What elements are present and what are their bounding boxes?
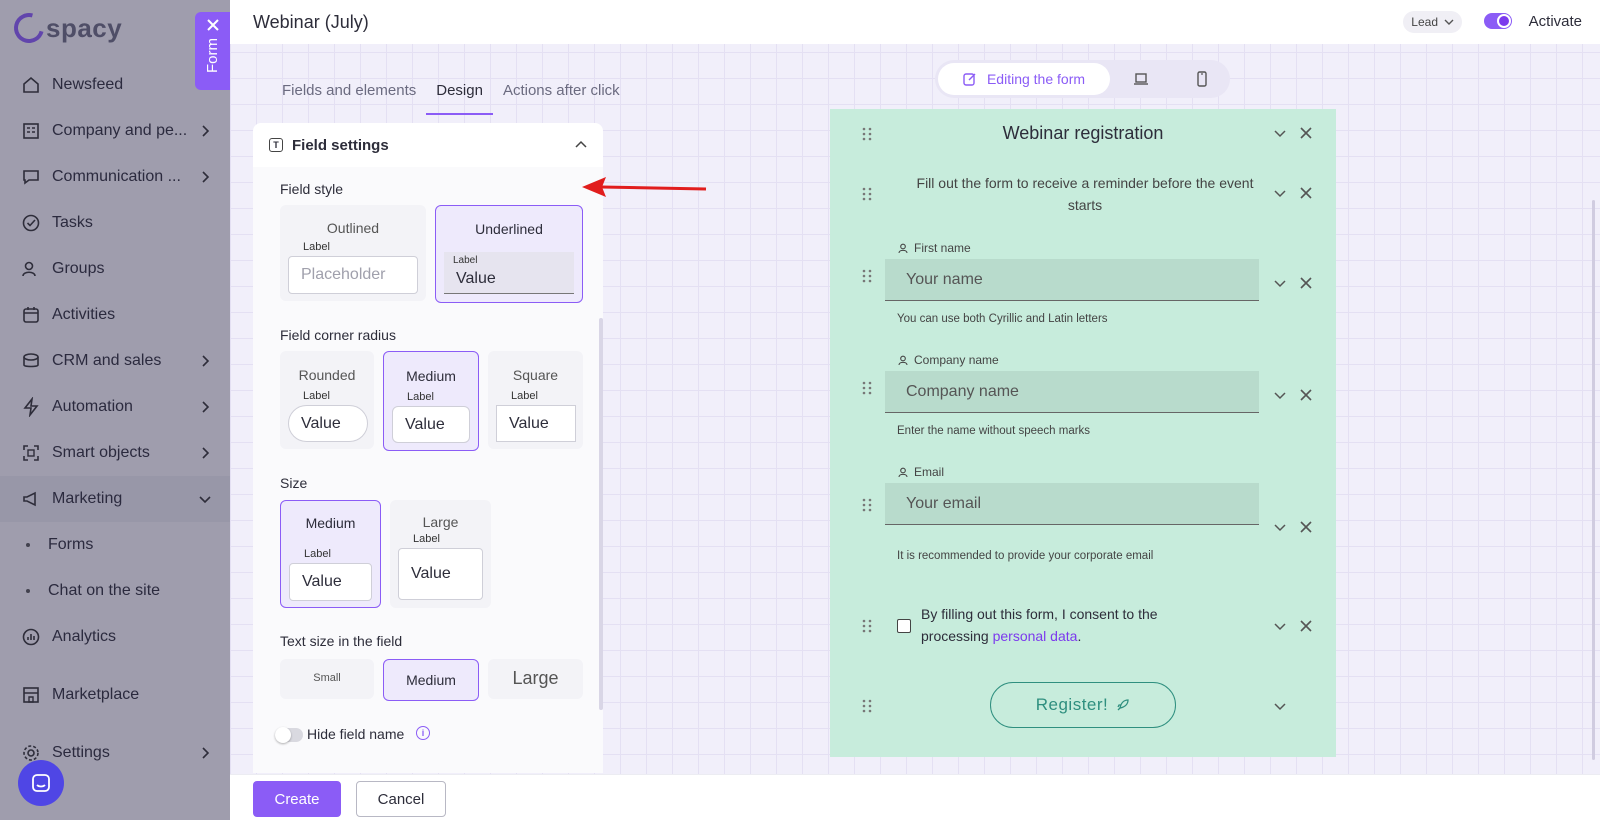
- chevron-down-icon[interactable]: [1274, 620, 1286, 632]
- editing-form-button[interactable]: Editing the form: [938, 63, 1110, 95]
- form-panel-tab[interactable]: Form: [195, 12, 230, 90]
- close-icon[interactable]: [1300, 389, 1312, 401]
- chevron-down-icon[interactable]: [1274, 127, 1286, 139]
- field-hint: It is recommended to provide your corpor…: [897, 550, 1154, 562]
- email-input[interactable]: Your email: [885, 483, 1259, 525]
- chevron-up-icon[interactable]: [575, 139, 587, 151]
- style-option-underlined[interactable]: Underlined Label Value: [435, 205, 583, 303]
- activate-label: Activate: [1528, 13, 1582, 30]
- close-icon[interactable]: [1300, 187, 1312, 199]
- corner-radius-label: Field corner radius: [280, 327, 396, 343]
- form-title[interactable]: Webinar registration: [830, 123, 1336, 144]
- size-option-large[interactable]: Large Label Value: [390, 500, 491, 608]
- close-icon[interactable]: [206, 18, 220, 32]
- field-hint: You can use both Cyrillic and Latin lett…: [897, 313, 1108, 325]
- drag-handle-icon[interactable]: [862, 381, 872, 395]
- view-switcher: Editing the form: [935, 60, 1230, 98]
- drag-handle-icon[interactable]: [862, 699, 872, 713]
- size-option-medium[interactable]: Medium Label Value: [280, 500, 381, 608]
- field-controls: [1274, 388, 1318, 402]
- user-icon: [898, 467, 908, 477]
- field-style-label: Field style: [280, 181, 344, 197]
- user-icon: [898, 355, 908, 365]
- chevron-down-icon[interactable]: [1274, 389, 1286, 401]
- field-hint: Enter the name without speech marks: [897, 425, 1091, 437]
- text-field-icon: T: [269, 138, 283, 152]
- annotation-arrow-icon: [582, 177, 707, 197]
- laptop-view-icon[interactable]: [1132, 70, 1150, 88]
- text-size-option-large[interactable]: Large: [488, 659, 583, 699]
- field-settings-panel: T Field settings Field style Outlined La…: [253, 123, 603, 773]
- field-label-first-name: First name: [898, 241, 971, 255]
- editor-header: Webinar (July) Lead Activate: [230, 0, 1600, 44]
- drag-handle-icon[interactable]: [862, 619, 872, 633]
- field-settings-body: Field style Outlined Label Placeholder U…: [253, 167, 603, 773]
- radius-option-rounded[interactable]: Rounded Label Value: [280, 351, 374, 449]
- hide-field-name-toggle[interactable]: [275, 727, 303, 743]
- register-button[interactable]: Register!: [990, 682, 1176, 728]
- field-controls: [1274, 276, 1318, 290]
- cancel-button[interactable]: Cancel: [356, 781, 446, 817]
- text-size-option-medium[interactable]: Medium: [383, 659, 479, 701]
- editor-tabs: Fields and elements Design Actions after…: [272, 70, 630, 115]
- tab-fields-and-elements[interactable]: Fields and elements: [272, 70, 426, 115]
- field-label-company-name: Company name: [898, 353, 999, 367]
- size-label: Size: [280, 475, 308, 491]
- modal-backdrop[interactable]: [0, 0, 230, 820]
- chevron-down-icon[interactable]: [1274, 277, 1286, 289]
- form-tab-label: Form: [204, 38, 221, 73]
- chevron-down-icon[interactable]: [1274, 700, 1286, 712]
- hide-field-name-label: Hide field name: [307, 726, 405, 742]
- first-name-input[interactable]: Your name: [885, 259, 1259, 301]
- entity-select[interactable]: Lead: [1403, 11, 1462, 33]
- close-icon[interactable]: [1300, 127, 1312, 139]
- field-settings-header[interactable]: T Field settings: [253, 123, 603, 167]
- user-icon: [898, 243, 908, 253]
- chevron-down-icon[interactable]: [1274, 187, 1286, 199]
- page-title[interactable]: Webinar (July): [253, 12, 369, 33]
- text-size-label: Text size in the field: [280, 633, 403, 649]
- mobile-view-icon[interactable]: [1193, 70, 1211, 88]
- form-preview: Webinar registration Fill out the form t…: [830, 109, 1336, 757]
- drag-handle-icon[interactable]: [862, 187, 872, 201]
- consent-text: By filling out this form, I consent to t…: [921, 606, 1158, 644]
- close-icon[interactable]: [1300, 620, 1312, 632]
- chevron-down-icon[interactable]: [1274, 521, 1286, 533]
- tab-design[interactable]: Design: [426, 70, 493, 115]
- tab-actions-after-click[interactable]: Actions after click: [493, 70, 630, 115]
- radius-option-square[interactable]: Square Label Value: [488, 351, 583, 449]
- drag-handle-icon[interactable]: [862, 498, 872, 512]
- chat-widget-icon: [32, 774, 50, 792]
- radius-option-medium[interactable]: Medium Label Value: [383, 351, 479, 451]
- chevron-down-icon: [1444, 19, 1454, 25]
- company-name-input[interactable]: Company name: [885, 371, 1259, 413]
- create-button[interactable]: Create: [253, 781, 341, 817]
- canvas-scrollbar[interactable]: [1592, 200, 1595, 760]
- edit-icon: [963, 73, 976, 86]
- drag-handle-icon[interactable]: [862, 269, 872, 283]
- button-controls: [1274, 699, 1318, 713]
- close-icon[interactable]: [1300, 521, 1312, 533]
- text-size-option-small[interactable]: Small: [280, 659, 374, 699]
- rocket-icon: [1117, 699, 1129, 711]
- personal-data-link[interactable]: personal data: [993, 628, 1078, 644]
- field-controls: [1274, 520, 1318, 534]
- activate-toggle[interactable]: [1484, 13, 1512, 29]
- settings-scrollbar[interactable]: [599, 318, 603, 710]
- form-subtitle[interactable]: Fill out the form to receive a reminder …: [905, 172, 1265, 216]
- style-option-outlined[interactable]: Outlined Label Placeholder: [280, 205, 426, 301]
- editor-footer: Create Cancel: [230, 774, 1600, 820]
- support-chat-button[interactable]: [18, 760, 64, 806]
- close-icon[interactable]: [1300, 277, 1312, 289]
- title-controls: [1274, 126, 1318, 140]
- consent-checkbox[interactable]: [897, 619, 911, 633]
- info-icon[interactable]: i: [416, 726, 430, 740]
- subtitle-controls: [1274, 186, 1318, 200]
- consent-controls: [1274, 619, 1318, 633]
- field-label-email: Email: [898, 465, 944, 479]
- form-editor: Webinar (July) Lead Activate Fields and …: [230, 0, 1600, 820]
